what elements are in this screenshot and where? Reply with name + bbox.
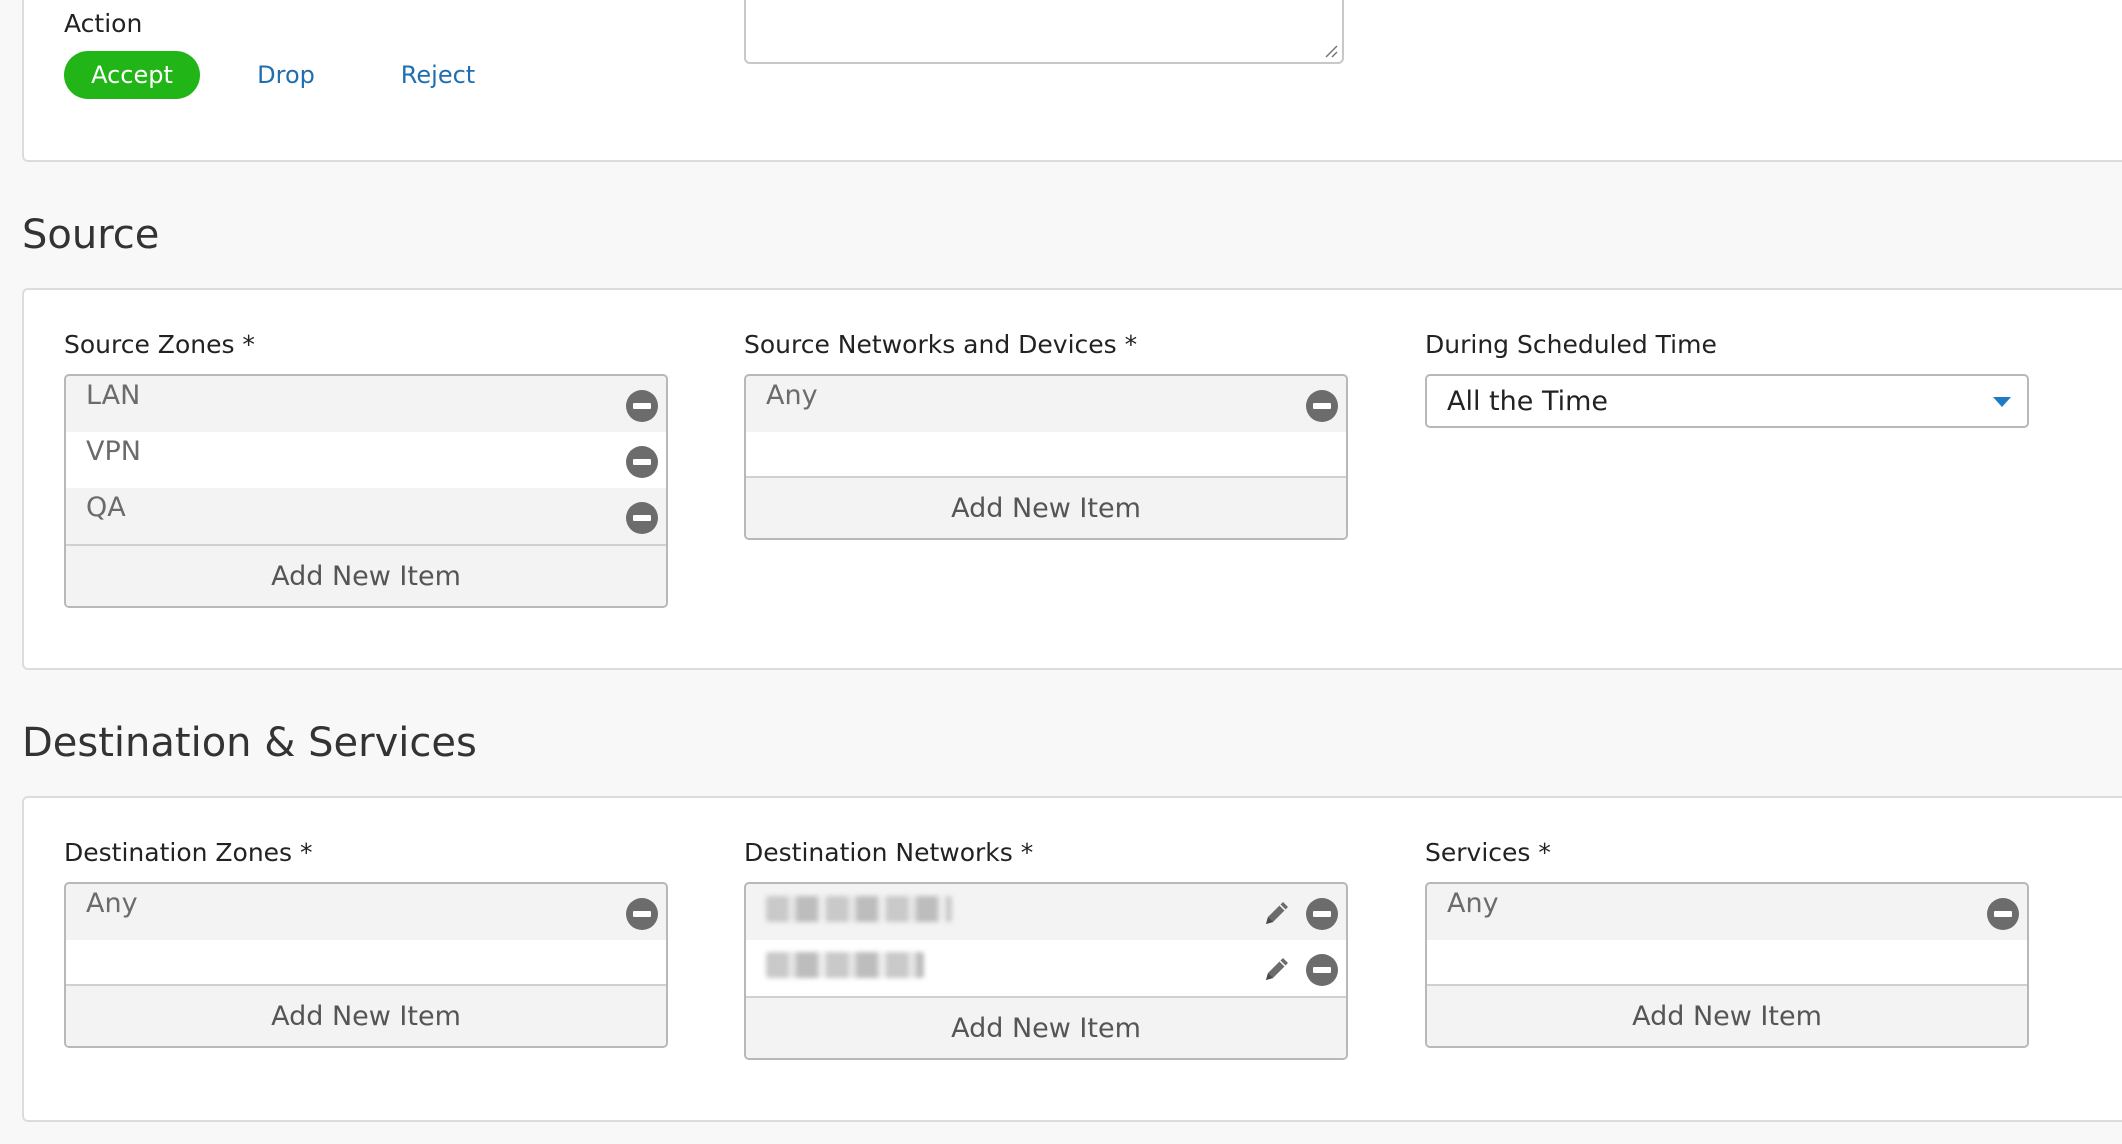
list-item: VPN xyxy=(66,432,666,488)
description-textarea[interactable] xyxy=(744,0,1344,64)
remove-icon[interactable] xyxy=(626,502,658,534)
list-item xyxy=(746,884,1346,940)
schedule-label: During Scheduled Time xyxy=(1425,330,1717,359)
source-heading: Source xyxy=(22,212,160,258)
destination-heading: Destination & Services xyxy=(22,720,477,766)
list-empty-area xyxy=(746,432,1346,476)
source-zones-label: Source Zones * xyxy=(64,330,255,359)
source-networks-label: Source Networks and Devices * xyxy=(744,330,1138,359)
remove-icon[interactable] xyxy=(1306,390,1338,422)
destination-networks-list: Add New Item xyxy=(744,882,1348,1060)
list-item-label: QA xyxy=(86,492,126,523)
action-drop-button[interactable]: Drop xyxy=(236,51,336,99)
action-label: Action xyxy=(64,9,143,38)
remove-icon[interactable] xyxy=(1306,954,1338,986)
source-zones-add-button[interactable]: Add New Item xyxy=(66,544,666,606)
action-reject-button[interactable]: Reject xyxy=(388,51,488,99)
list-item-label: Any xyxy=(766,380,818,411)
remove-icon[interactable] xyxy=(1987,898,2019,930)
list-empty-area xyxy=(66,940,666,984)
schedule-select-value: All the Time xyxy=(1447,385,1609,417)
resize-grip-icon[interactable] xyxy=(1324,44,1338,58)
pencil-icon[interactable] xyxy=(1260,952,1294,986)
pencil-icon[interactable] xyxy=(1260,896,1294,930)
list-item-label: LAN xyxy=(86,380,141,411)
list-item: Any xyxy=(1427,884,2027,940)
chevron-down-icon[interactable] xyxy=(1993,397,2011,407)
redacted-network-address xyxy=(766,952,924,978)
destination-zones-add-button[interactable]: Add New Item xyxy=(66,984,666,1046)
destination-networks-label: Destination Networks * xyxy=(744,838,1034,867)
list-item: QA xyxy=(66,488,666,544)
services-label: Services * xyxy=(1425,838,1551,867)
firewall-rule-form: Action Accept Drop Reject Source Source … xyxy=(0,0,2122,1144)
destination-zones-list: Any Add New Item xyxy=(64,882,668,1048)
list-item xyxy=(746,940,1346,996)
remove-icon[interactable] xyxy=(1306,898,1338,930)
schedule-select[interactable]: All the Time xyxy=(1425,374,2029,428)
remove-icon[interactable] xyxy=(626,390,658,422)
destination-networks-add-button[interactable]: Add New Item xyxy=(746,996,1346,1058)
list-item-label: VPN xyxy=(86,436,141,467)
list-item-label: Any xyxy=(1447,888,1499,919)
services-add-button[interactable]: Add New Item xyxy=(1427,984,2027,1046)
source-zones-list: LAN VPN QA Add New Item xyxy=(64,374,668,608)
list-item: LAN xyxy=(66,376,666,432)
remove-icon[interactable] xyxy=(626,446,658,478)
action-accept-button[interactable]: Accept xyxy=(64,51,200,99)
remove-icon[interactable] xyxy=(626,898,658,930)
services-list: Any Add New Item xyxy=(1425,882,2029,1048)
destination-zones-label: Destination Zones * xyxy=(64,838,313,867)
list-item-label: Any xyxy=(86,888,138,919)
source-networks-list: Any Add New Item xyxy=(744,374,1348,540)
list-item: Any xyxy=(66,884,666,940)
list-item: Any xyxy=(746,376,1346,432)
source-networks-add-button[interactable]: Add New Item xyxy=(746,476,1346,538)
redacted-network-address xyxy=(766,896,952,922)
list-empty-area xyxy=(1427,940,2027,984)
